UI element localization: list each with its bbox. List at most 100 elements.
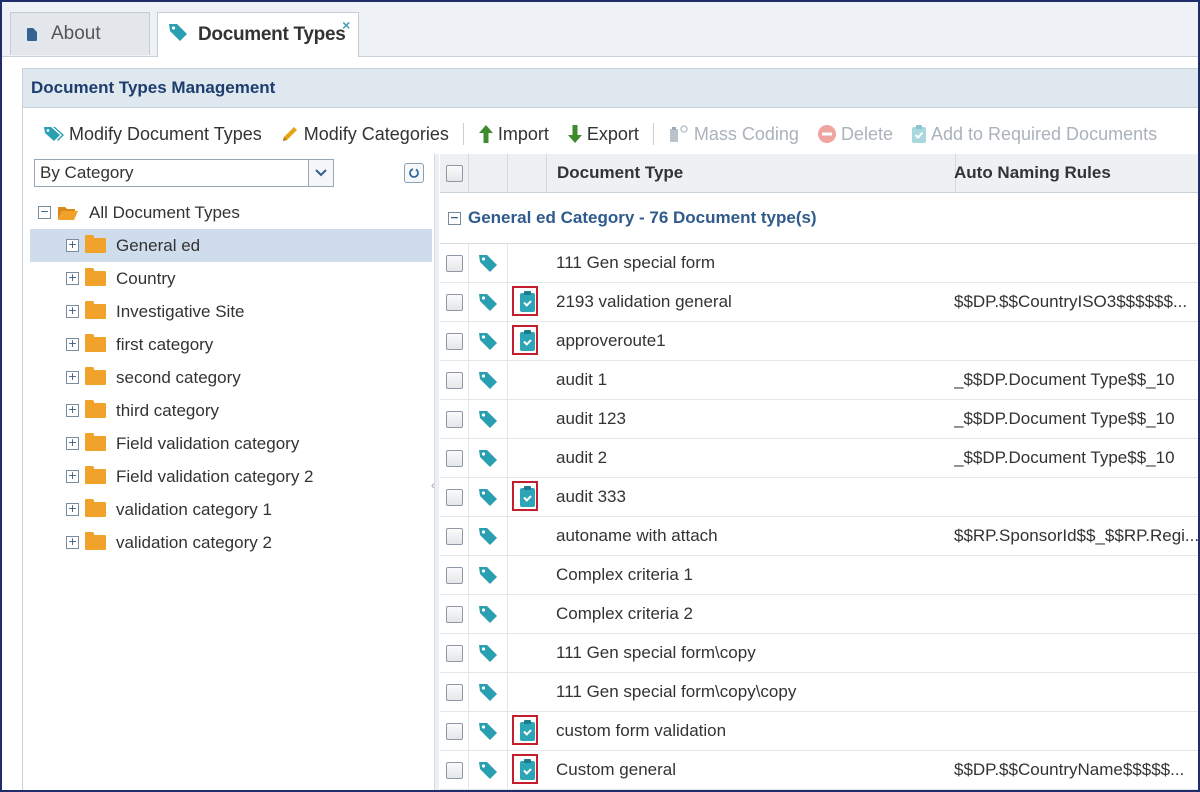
row-checkbox[interactable] — [445, 761, 463, 779]
tree-item-label: first category — [116, 334, 214, 354]
tab-document-types[interactable]: Document Types × — [157, 12, 359, 57]
delete-label: Delete — [840, 123, 893, 144]
category-filter-select[interactable]: By Category — [34, 159, 334, 187]
expand-icon[interactable]: + — [66, 338, 79, 351]
tree-item[interactable]: + second category — [30, 361, 432, 394]
tree-root[interactable]: − All Document Types — [30, 196, 432, 229]
add-to-required-documents-button[interactable]: Add to Required Documents — [911, 124, 1157, 145]
select-all-checkbox[interactable] — [445, 164, 463, 182]
folder-icon — [85, 301, 106, 319]
row-select-cell — [440, 322, 469, 360]
tree-item[interactable]: + third category — [30, 394, 432, 427]
row-checkbox[interactable] — [445, 449, 463, 467]
table-row[interactable]: 2193 validation general $$DP.$$CountryISO… — [440, 283, 1198, 322]
export-button[interactable]: Export — [567, 124, 639, 145]
auto-naming-rule — [954, 712, 1198, 750]
tree-item[interactable]: + first category — [30, 328, 432, 361]
row-checkbox[interactable] — [445, 332, 463, 350]
table-row[interactable]: Complex criteria 2 — [440, 595, 1198, 634]
required-cell — [508, 244, 546, 282]
row-checkbox[interactable] — [445, 410, 463, 428]
row-checkbox[interactable] — [445, 683, 463, 701]
group-row[interactable]: − General ed Category - 76 Document type… — [440, 193, 1198, 244]
table-row[interactable]: Complex criteria 1 — [440, 556, 1198, 595]
header-auto-naming-rules[interactable]: Auto Naming Rules — [946, 154, 1198, 192]
import-button[interactable]: Import — [478, 124, 549, 145]
tab-about[interactable]: About — [10, 12, 150, 55]
document-type-name: approveroute1 — [556, 331, 666, 350]
expand-icon[interactable]: + — [66, 470, 79, 483]
header-document-type[interactable]: Document Type — [547, 154, 956, 192]
table-row[interactable]: audit 123 _$$DP.Document Type$$_10 — [440, 400, 1198, 439]
tag-icon — [469, 400, 508, 438]
modify-categories-label: Modify Categories — [303, 123, 449, 144]
expand-icon[interactable]: + — [66, 503, 79, 516]
close-icon[interactable]: × — [342, 17, 350, 33]
expand-icon[interactable]: + — [66, 371, 79, 384]
tree-item[interactable]: + General ed — [30, 229, 432, 262]
tree-item[interactable]: + Investigative Site — [30, 295, 432, 328]
expand-icon[interactable]: + — [66, 536, 79, 549]
document-type-name: 111 Gen special form\copy — [556, 643, 756, 662]
grid-header: Document Type Auto Naming Rules — [440, 154, 1198, 193]
splitter-handle-icon[interactable]: ‹ — [431, 480, 435, 492]
header-tag-column — [469, 154, 508, 192]
refresh-button[interactable] — [404, 163, 424, 183]
panel-border — [22, 106, 23, 790]
modify-document-types-label: Modify Document Types — [69, 123, 262, 144]
tree-item[interactable]: + validation category 2 — [30, 526, 432, 559]
table-row[interactable]: Custom general $$DP.$$CountryName$$$$$... — [440, 751, 1198, 790]
tree-item-label: validation category 2 — [116, 532, 272, 552]
panel-splitter[interactable] — [434, 154, 439, 790]
auto-naming-rule: $$RP.SponsorId$$_$$RP.Regi... — [954, 526, 1200, 545]
auto-naming-rule — [954, 244, 1198, 282]
table-row[interactable]: audit 1 _$$DP.Document Type$$_10 — [440, 361, 1198, 400]
row-checkbox[interactable] — [445, 527, 463, 545]
folder-icon — [85, 532, 106, 550]
row-checkbox[interactable] — [445, 644, 463, 662]
row-checkbox[interactable] — [445, 605, 463, 623]
table-row[interactable]: custom form validation — [440, 712, 1198, 751]
table-row[interactable]: audit 333 — [440, 478, 1198, 517]
delete-button[interactable]: Delete — [817, 124, 893, 145]
table-row[interactable]: 111 Gen special form — [440, 244, 1198, 283]
row-select-cell — [440, 439, 469, 477]
add-to-required-documents-label: Add to Required Documents — [930, 123, 1158, 144]
collapse-icon[interactable]: − — [38, 206, 51, 219]
modify-categories-button[interactable]: Modify Categories — [280, 124, 449, 145]
row-checkbox[interactable] — [445, 254, 463, 272]
table-row[interactable]: audit 2 _$$DP.Document Type$$_10 — [440, 439, 1198, 478]
highlight-box — [512, 286, 538, 316]
row-checkbox[interactable] — [445, 488, 463, 506]
tree-item[interactable]: + Field validation category 2 — [30, 460, 432, 493]
folder-icon — [85, 433, 106, 451]
expand-icon[interactable]: + — [66, 404, 79, 417]
table-row[interactable]: autoname with attach $$RP.SponsorId$$_$$R… — [440, 517, 1200, 556]
expand-icon[interactable]: + — [66, 272, 79, 285]
tags-icon — [43, 125, 65, 143]
header-select-all — [440, 154, 469, 192]
tag-icon — [469, 361, 508, 399]
tree-item[interactable]: + Field validation category — [30, 427, 432, 460]
table-row[interactable]: 111 Gen special form\copy\copy — [440, 673, 1198, 712]
row-checkbox[interactable] — [445, 566, 463, 584]
table-row[interactable]: 111 Gen special form\copy — [440, 634, 1198, 673]
tree-item[interactable]: + Country — [30, 262, 432, 295]
document-icon — [27, 27, 37, 41]
table-row[interactable]: approveroute1 — [440, 322, 1198, 361]
row-select-cell — [440, 400, 469, 438]
tree-item[interactable]: + validation category 1 — [30, 493, 432, 526]
expand-icon[interactable]: + — [66, 305, 79, 318]
row-checkbox[interactable] — [445, 371, 463, 389]
row-checkbox[interactable] — [445, 293, 463, 311]
clipboard-icon — [911, 124, 927, 144]
chevron-down-icon[interactable] — [308, 160, 333, 186]
required-cell — [508, 673, 546, 711]
modify-document-types-button[interactable]: Modify Document Types — [43, 124, 262, 145]
row-checkbox[interactable] — [445, 722, 463, 740]
expand-icon[interactable]: + — [66, 239, 79, 252]
expand-icon[interactable]: + — [66, 437, 79, 450]
mass-coding-button[interactable]: Mass Coding — [668, 124, 799, 145]
collapse-icon[interactable]: − — [448, 211, 461, 225]
delete-icon — [817, 124, 837, 144]
